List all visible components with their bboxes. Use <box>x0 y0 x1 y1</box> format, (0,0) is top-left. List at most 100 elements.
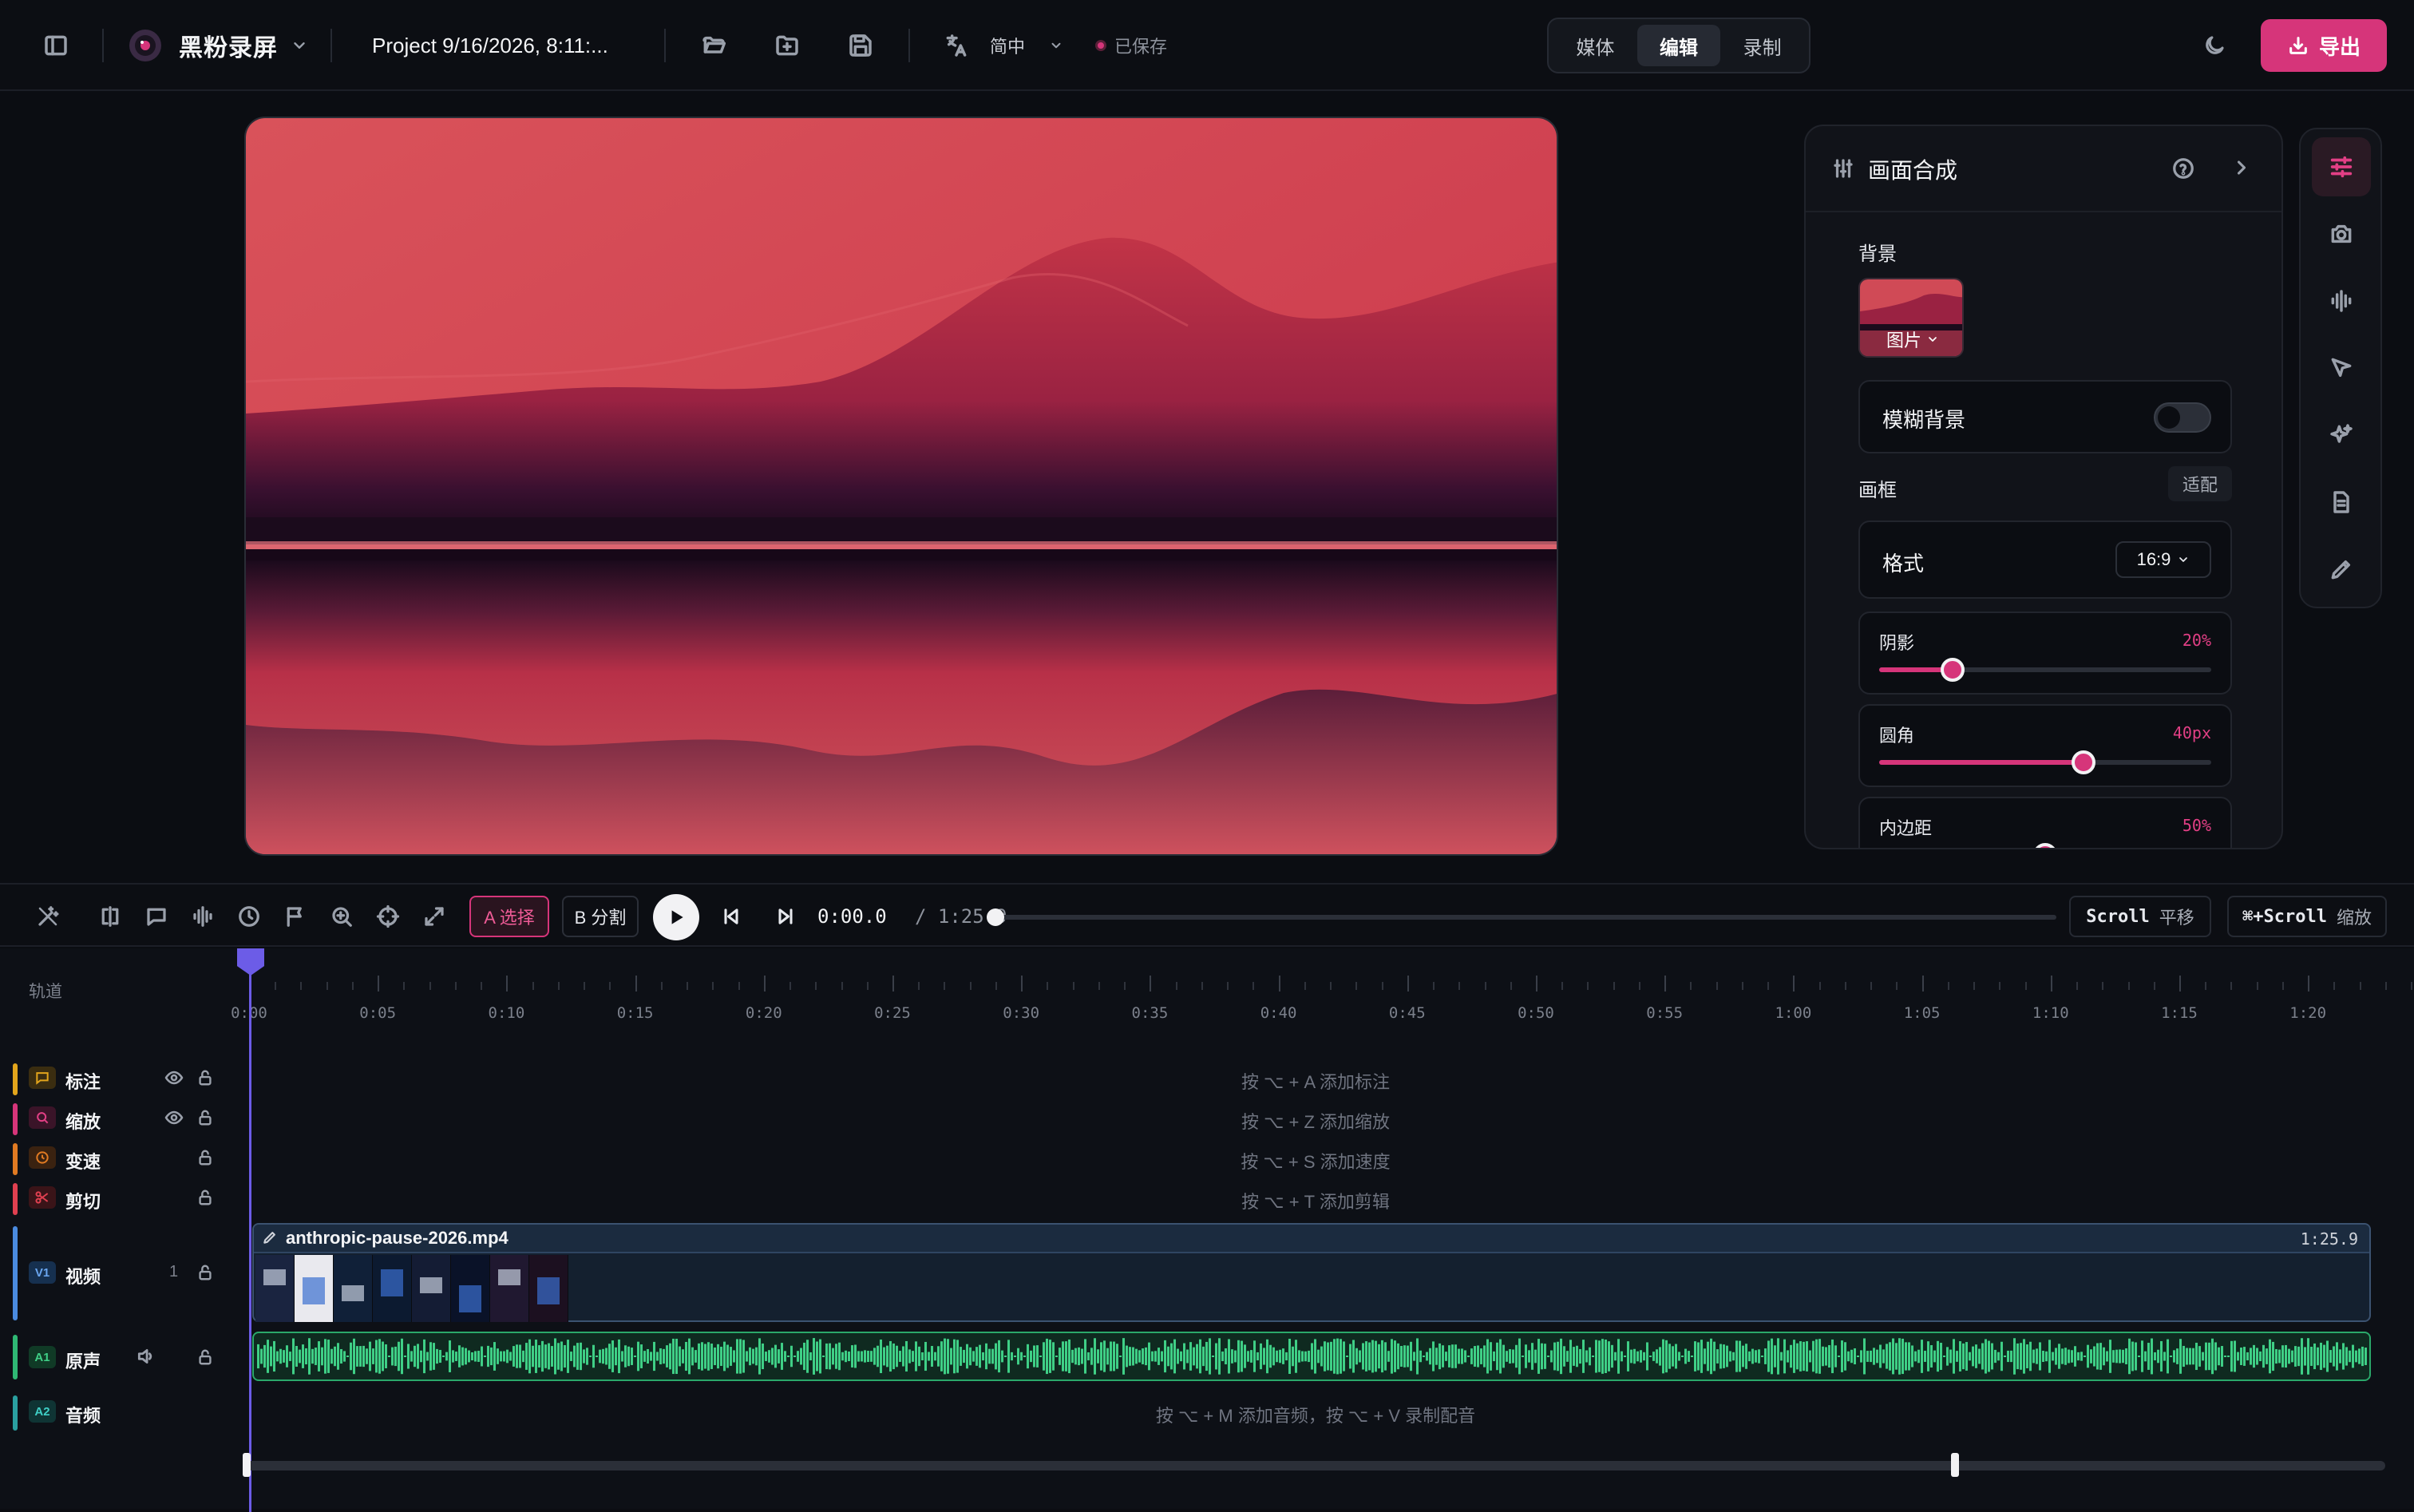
waveform-bar <box>1426 1352 1428 1361</box>
skip-forward-icon[interactable] <box>768 899 803 934</box>
seek-bar[interactable] <box>995 915 2056 920</box>
eye-icon[interactable] <box>164 1068 184 1087</box>
waveform-bar <box>2141 1340 2143 1372</box>
clock-icon[interactable] <box>232 899 267 934</box>
shadow-slider[interactable] <box>1879 658 2211 682</box>
slider-knob[interactable] <box>1940 658 1965 682</box>
waveform-bar <box>1937 1340 1939 1372</box>
padding-slider-row: 内边距 50% <box>1858 797 2232 848</box>
folder-open-icon[interactable] <box>696 0 731 91</box>
skip-back-icon[interactable] <box>714 899 749 934</box>
lock-icon[interactable] <box>196 1108 214 1127</box>
target-icon[interactable] <box>370 899 406 934</box>
eye-icon[interactable] <box>164 1108 184 1127</box>
play-button[interactable] <box>653 894 699 940</box>
translate-icon[interactable] <box>939 0 974 91</box>
tab-edit[interactable]: 编辑 <box>1636 25 1721 66</box>
waveform-icon[interactable] <box>185 899 220 934</box>
camera-tool-button[interactable] <box>2312 204 2371 263</box>
blur-background-toggle[interactable] <box>2154 402 2211 433</box>
radius-slider[interactable] <box>1879 750 2211 774</box>
background-type-select[interactable]: 图片 <box>1860 319 1962 356</box>
waveform-bar <box>647 1348 649 1364</box>
composition-tool-button[interactable] <box>2312 137 2371 196</box>
lock-icon[interactable] <box>196 1263 214 1282</box>
audio-tool-button[interactable] <box>2312 271 2371 331</box>
waveform-bar <box>449 1340 451 1372</box>
chevron-down-icon[interactable] <box>287 0 311 91</box>
ruler-label: 0:35 <box>1131 1004 1169 1022</box>
effects-tool-button[interactable] <box>2312 406 2371 465</box>
sidebar-toggle-icon[interactable] <box>40 0 72 91</box>
audio-clip[interactable] <box>252 1332 2371 1381</box>
lock-icon[interactable] <box>196 1148 214 1167</box>
moon-icon[interactable] <box>2197 0 2232 91</box>
split-mode-button[interactable]: B 分割 <box>562 896 639 937</box>
save-icon[interactable] <box>843 0 878 91</box>
slider-knob[interactable] <box>2071 750 2095 774</box>
split-view-icon[interactable] <box>93 899 128 934</box>
waveform-bar <box>787 1356 789 1357</box>
zoom-in-icon[interactable] <box>324 899 359 934</box>
chevron-right-icon[interactable] <box>2230 156 2253 179</box>
document-tool-button[interactable] <box>2312 473 2371 532</box>
select-mode-button[interactable]: A 选择 <box>469 896 549 937</box>
scrollbar-right-handle[interactable] <box>1951 1453 1959 1477</box>
video-preview[interactable] <box>244 117 1558 856</box>
lock-icon[interactable] <box>196 1068 214 1087</box>
background-type-label: 图片 <box>1886 331 1921 350</box>
lock-icon[interactable] <box>196 1188 214 1207</box>
waveform-bar <box>1247 1351 1249 1362</box>
draw-tool-button[interactable] <box>2312 540 2371 599</box>
ruler-minor-tick <box>1201 982 1203 990</box>
format-select[interactable]: 16:9 <box>2115 541 2211 578</box>
video-clip[interactable]: anthropic-pause-2026.mp4 1:25.9 <box>252 1223 2371 1322</box>
magic-wand-icon[interactable] <box>30 899 65 934</box>
thumbnail-content <box>381 1269 403 1296</box>
waveform-bar <box>420 1350 422 1363</box>
background-thumbnail[interactable]: 图片 <box>1858 278 1964 358</box>
waveform-bar <box>337 1343 339 1370</box>
waveform-bar <box>1783 1339 1786 1374</box>
tracks-label: 轨道 <box>29 983 62 1001</box>
seek-knob[interactable] <box>987 908 1004 926</box>
export-button[interactable]: 导出 <box>2261 19 2387 72</box>
cursor-tool-button[interactable] <box>2312 338 2371 398</box>
waveform-bar <box>1544 1344 1546 1369</box>
waveform-bar <box>918 1346 920 1367</box>
waveform-bar <box>736 1339 738 1374</box>
tab-record[interactable]: 录制 <box>1720 25 1804 66</box>
ruler-minor-tick <box>275 982 277 990</box>
timeline-scrollbar[interactable] <box>246 1461 2385 1470</box>
chevron-down-icon[interactable] <box>1046 0 1067 91</box>
ruler-minor-tick <box>2359 982 2361 990</box>
pencil-icon[interactable] <box>262 1229 278 1245</box>
chevron-down-icon <box>2177 553 2190 566</box>
waveform-bar <box>1627 1341 1629 1371</box>
expand-icon[interactable] <box>417 899 452 934</box>
waveform-bar <box>570 1352 572 1361</box>
waveform-bar <box>1007 1340 1010 1373</box>
waveform-bar <box>650 1352 652 1361</box>
scrollbar-left-handle[interactable] <box>243 1453 251 1477</box>
waveform-bar <box>2281 1345 2284 1368</box>
clock-icon <box>29 1146 56 1169</box>
flag-icon[interactable] <box>278 899 313 934</box>
language-select[interactable]: 简中 <box>990 0 1025 91</box>
waveform-bar <box>2131 1341 2134 1371</box>
comment-icon[interactable] <box>139 899 174 934</box>
track-audio: A2 音频 <box>0 1392 224 1432</box>
waveform-bar <box>663 1348 665 1364</box>
waveform-bar <box>829 1343 831 1370</box>
app-name[interactable]: 黑粉录屏 <box>179 0 278 91</box>
waveform-bar <box>688 1338 691 1375</box>
time-ruler[interactable]: 0:000:050:100:150:200:250:300:350:400:45… <box>231 963 2414 1022</box>
volume-icon[interactable] <box>136 1346 156 1367</box>
folder-plus-icon[interactable] <box>770 0 805 91</box>
slider-knob[interactable] <box>2033 843 2057 848</box>
lock-icon[interactable] <box>196 1348 214 1367</box>
tab-media[interactable]: 媒体 <box>1553 25 1637 66</box>
project-title[interactable]: Project 9/16/2026, 8:11:... <box>372 0 608 91</box>
fit-button[interactable]: 适配 <box>2168 466 2232 501</box>
help-icon[interactable] <box>2171 156 2195 180</box>
